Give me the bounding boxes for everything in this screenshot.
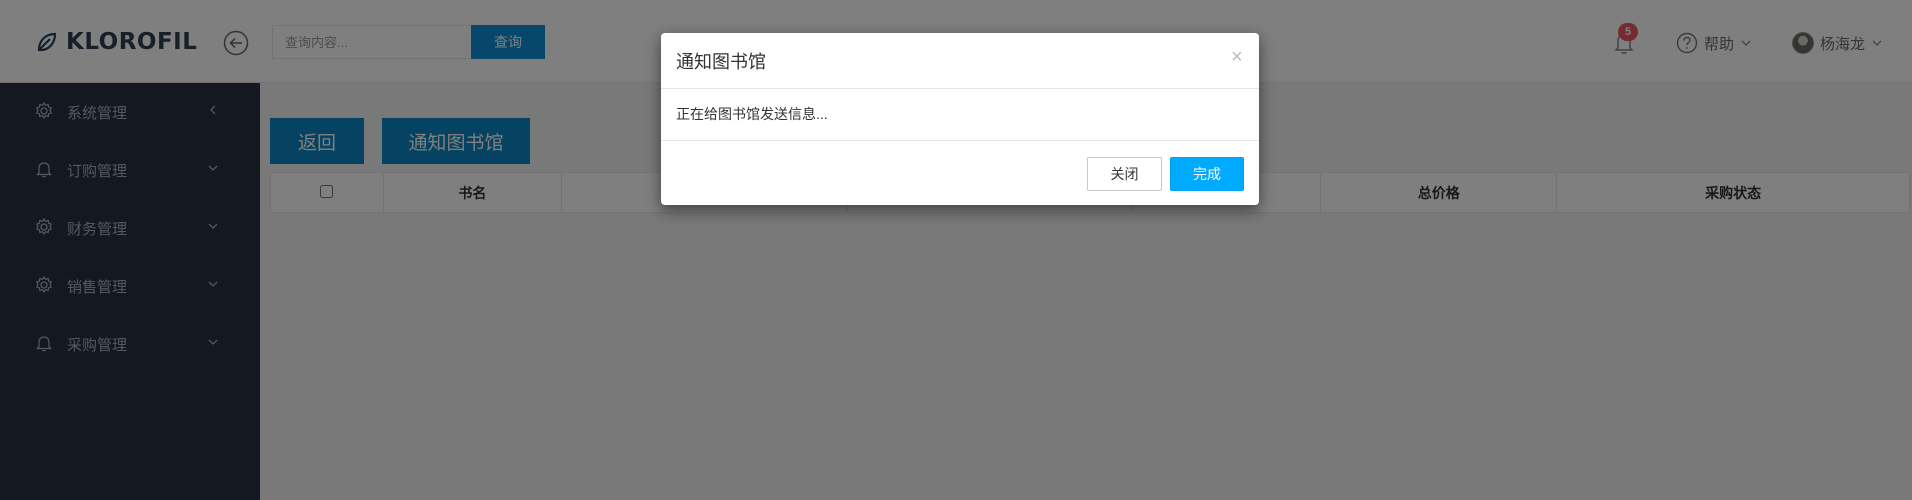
done-button[interactable]: 完成 xyxy=(1170,157,1244,191)
notify-library-dialog: 通知图书馆 × 正在给图书馆发送信息... 关闭 完成 xyxy=(661,33,1259,205)
close-button[interactable]: 关闭 xyxy=(1087,157,1162,191)
modal-footer: 关闭 完成 xyxy=(661,140,1259,205)
modal-header: 通知图书馆 × xyxy=(661,33,1259,89)
close-icon[interactable]: × xyxy=(1231,47,1243,67)
modal-title: 通知图书馆 xyxy=(676,52,766,72)
modal-message: 正在给图书馆发送信息... xyxy=(676,106,828,122)
